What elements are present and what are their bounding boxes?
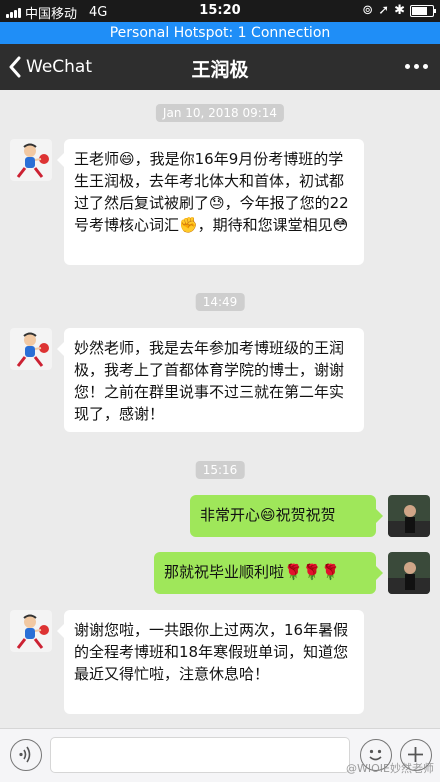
timestamp: 15:16 xyxy=(195,461,245,479)
timestamp: 14:49 xyxy=(195,293,245,311)
message-input[interactable] xyxy=(50,737,350,773)
watermark: @WIOIE妙然老师 xyxy=(346,762,434,775)
hotspot-banner[interactable]: Personal Hotspot: 1 Connection xyxy=(0,22,440,44)
contact-avatar[interactable] xyxy=(10,328,52,370)
contact-avatar[interactable] xyxy=(10,610,52,652)
message-bubble-outgoing[interactable]: 那就祝毕业顺利啦🌹🌹🌹 xyxy=(154,552,383,594)
profile-photo-icon xyxy=(388,495,430,537)
more-options-icon[interactable] xyxy=(405,64,428,69)
my-avatar[interactable] xyxy=(388,552,430,594)
pingpong-player-icon xyxy=(10,139,52,181)
timestamp: Jan 10, 2018 09:14 xyxy=(155,104,285,122)
status-bar: 中国移动 4G 15:20 ⊚ ➚ ✱ xyxy=(0,0,440,22)
nav-bar: WeChat 王润极 xyxy=(0,44,440,90)
message-bubble-incoming[interactable]: 谢谢您啦，一共跟你上过两次，16年暑假的全程考博班和18年寒假班单词，知道您最近… xyxy=(57,610,364,714)
voice-icon xyxy=(19,746,31,763)
status-right: ⊚ ➚ ✱ xyxy=(362,3,436,18)
location-icon: ➚ xyxy=(378,3,390,18)
chat-title: 王润极 xyxy=(191,59,249,81)
battery-icon xyxy=(410,4,436,17)
bluetooth-icon: ✱ xyxy=(394,3,405,18)
pingpong-player-icon xyxy=(10,610,52,652)
message-bubble-outgoing[interactable]: 非常开心😄祝贺祝贺 xyxy=(190,495,383,537)
contact-avatar[interactable] xyxy=(10,139,52,181)
profile-photo-icon xyxy=(388,552,430,594)
message-bubble-incoming[interactable]: 王老师😄，我是你16年9月份考博班的学生王润极，去年考北体大和首体，初试都过了然… xyxy=(57,139,364,265)
voice-input-button[interactable] xyxy=(10,739,42,771)
message-bubble-incoming[interactable]: 妙然老师，我是去年参加考博班级的王润极，我考上了首都体育学院的博士，谢谢您！之前… xyxy=(57,328,364,432)
my-avatar[interactable] xyxy=(388,495,430,537)
pingpong-player-icon xyxy=(10,328,52,370)
lock-rotation-icon: ⊚ xyxy=(362,3,374,18)
